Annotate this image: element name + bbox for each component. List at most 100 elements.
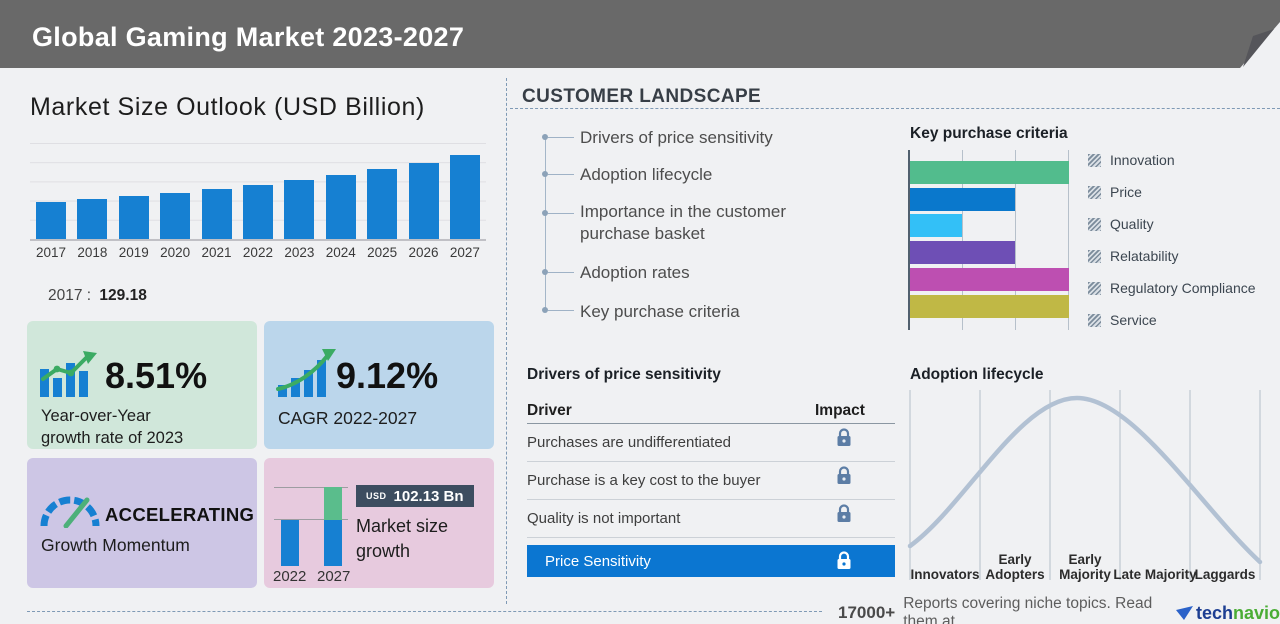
market-bar <box>119 196 149 239</box>
bullet-connector <box>548 272 574 273</box>
footer-text: Reports covering niche topics. Read them… <box>903 595 1165 624</box>
legend-swatch-icon <box>1088 314 1101 327</box>
landscape-item-purchase-basket: Importance in the customer purchase bask… <box>580 201 832 245</box>
market-xlabel: 2017 <box>32 245 70 260</box>
bar-trend-icon <box>39 349 103 397</box>
market-bars <box>30 143 486 239</box>
callout-value: 129.18 <box>99 287 146 304</box>
kpc-bar <box>910 295 1069 318</box>
landscape-item-key-purchase-criteria: Key purchase criteria <box>580 301 840 323</box>
stage-laggards: Laggards <box>1183 548 1267 582</box>
kpc-plot <box>908 150 1071 330</box>
market-xlabel: 2023 <box>280 245 318 260</box>
kpc-legend: Innovation Price Quality Relatability Regula… <box>1088 150 1278 330</box>
market-xlabel: 2020 <box>156 245 194 260</box>
bullet-connector <box>548 137 574 138</box>
landscape-item-price-sensitivity: Drivers of price sensitivity <box>580 127 840 149</box>
column-header-impact: Impact <box>815 402 865 420</box>
market-chart-plot <box>30 143 486 241</box>
table-header-rule <box>527 423 895 424</box>
row-separator <box>527 461 895 462</box>
legend-label: Quality <box>1110 216 1154 232</box>
kpc-legend-item: Service <box>1088 312 1278 328</box>
mini-bar-2022 <box>281 520 299 566</box>
legend-swatch-icon <box>1088 154 1101 167</box>
page-curl-decoration <box>1228 0 1280 68</box>
market-xlabel: 2022 <box>239 245 277 260</box>
footer: 17000+ Reports covering niche topics. Re… <box>838 595 1280 624</box>
market-xlabel: 2027 <box>446 245 484 260</box>
market-xlabel: 2018 <box>73 245 111 260</box>
yoy-label-line1: Year-over-Year <box>41 405 151 427</box>
mini-label-2022: 2022 <box>273 568 306 585</box>
legend-label: Innovation <box>1110 152 1175 168</box>
mini-label-2027: 2027 <box>317 568 350 585</box>
market-outlook-title: Market Size Outlook (USD Billion) <box>30 93 425 122</box>
market-bar-col <box>77 143 107 239</box>
market-bar <box>243 185 273 239</box>
cagr-label: CAGR 2022-2027 <box>278 407 417 429</box>
market-callout: 2017 : 129.18 <box>48 287 147 305</box>
callout-separator: : <box>87 287 91 304</box>
bullet-connector <box>548 310 574 311</box>
kpc-bar <box>910 188 1015 211</box>
landscape-connector-line <box>545 137 546 310</box>
bullet-connector <box>548 174 574 175</box>
legend-swatch-icon <box>1088 282 1101 295</box>
market-bar-col <box>119 143 149 239</box>
logo-tech: tech <box>1196 603 1233 624</box>
market-bar <box>450 155 480 239</box>
market-bar <box>36 202 66 239</box>
market-xlabel: 2025 <box>363 245 401 260</box>
column-header-driver: Driver <box>527 402 572 420</box>
lock-icon <box>836 428 852 447</box>
adoption-title: Adoption lifecycle <box>910 366 1044 384</box>
market-xlabel: 2019 <box>115 245 153 260</box>
mini-bar-2027-base <box>324 520 342 566</box>
market-xlabels: 2017201820192020202120222023202420252026… <box>30 245 486 260</box>
legend-label: Service <box>1110 312 1157 328</box>
footer-divider <box>27 611 822 612</box>
market-bar <box>326 175 356 239</box>
driver-row-key-cost: Purchase is a key cost to the buyer <box>527 472 760 489</box>
price-sensitivity-label: Price Sensitivity <box>545 553 651 570</box>
yoy-growth-card: 8.51% Year-over-Year growth rate of 2023 <box>27 321 257 449</box>
market-bar <box>160 193 190 239</box>
driver-row-quality: Quality is not important <box>527 510 680 527</box>
kpc-title: Key purchase criteria <box>910 125 1068 143</box>
growth-label-line2: growth <box>356 539 410 564</box>
landscape-item-adoption-rates: Adoption rates <box>580 262 840 284</box>
market-xlabel: 2021 <box>198 245 236 260</box>
yoy-label-line2: growth rate of 2023 <box>41 427 183 449</box>
market-bar-col <box>202 143 232 239</box>
lock-icon <box>836 504 852 523</box>
header-bar: Global Gaming Market 2023-2027 <box>0 0 1280 68</box>
market-bar <box>202 189 232 239</box>
momentum-card: ACCELERATING Growth Momentum <box>27 458 257 588</box>
market-bar-col <box>160 143 190 239</box>
row-separator <box>527 499 895 500</box>
legend-label: Relatability <box>1110 248 1178 264</box>
legend-swatch-icon <box>1088 250 1101 263</box>
lock-icon <box>836 466 852 485</box>
kpc-bar <box>910 214 962 237</box>
cagr-card: 9.12% CAGR 2022-2027 <box>264 321 494 449</box>
kpc-bar <box>910 241 1015 264</box>
kpc-legend-item: Relatability <box>1088 248 1278 264</box>
callout-year: 2017 <box>48 287 82 304</box>
technavio-arrow-icon <box>1175 605 1194 621</box>
page-title: Global Gaming Market 2023-2027 <box>32 22 464 53</box>
growth-label-line1: Market size <box>356 514 448 539</box>
bullet-connector <box>548 213 574 214</box>
drivers-title: Drivers of price sensitivity <box>527 366 721 384</box>
currency-label: USD <box>366 491 387 501</box>
kpc-legend-item: Quality <box>1088 216 1278 232</box>
legend-label: Price <box>1110 184 1142 200</box>
report-count: 17000+ <box>838 603 895 623</box>
market-growth-card: 2022 2027 USD 102.13 Bn Market size grow… <box>264 458 494 588</box>
growth-amount-badge: USD 102.13 Bn <box>356 485 474 507</box>
lock-icon-white <box>836 551 852 570</box>
yoy-value: 8.51% <box>105 355 207 397</box>
market-bar-col <box>450 143 480 239</box>
kpc-legend-item: Regulatory Compliance <box>1088 280 1278 296</box>
